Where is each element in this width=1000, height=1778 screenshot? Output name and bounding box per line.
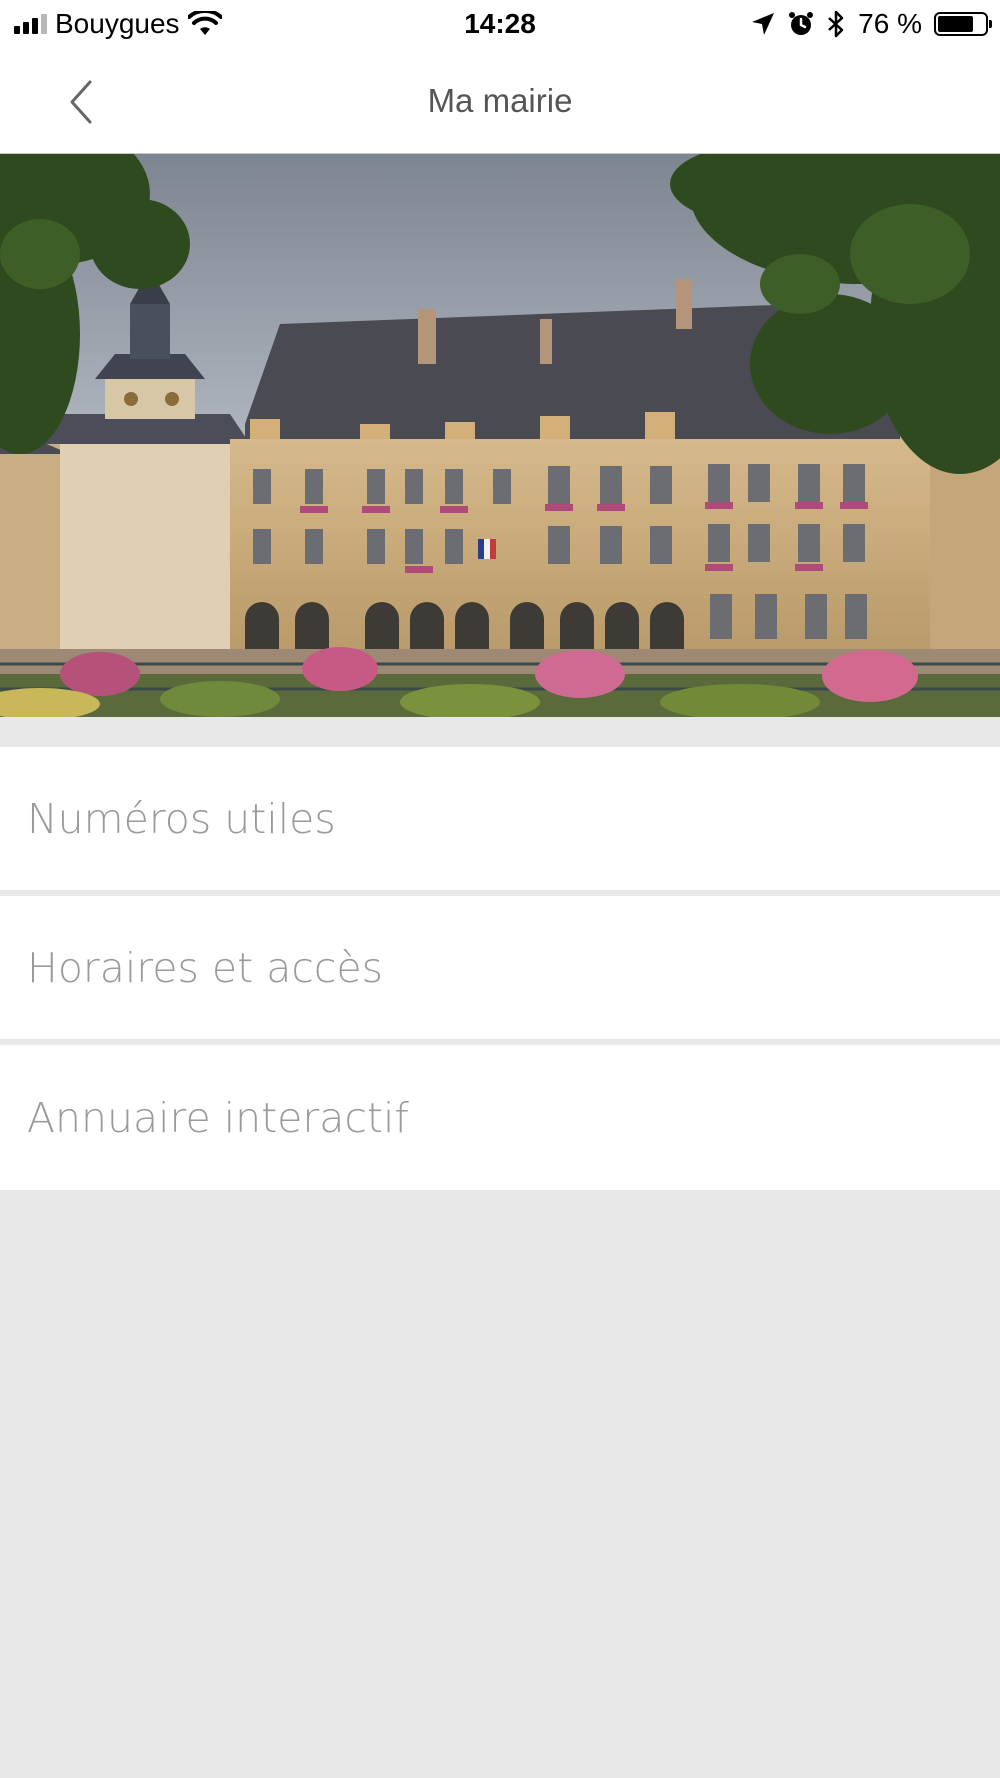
menu-item-label: Numéros utiles [27, 794, 336, 843]
menu-item-label: Annuaire interactif [27, 1093, 409, 1142]
menu-item-label: Horaires et accès [27, 943, 383, 992]
bluetooth-icon [828, 10, 844, 38]
menu-list: Numéros utiles Horaires et accès Annuair… [0, 747, 1000, 1190]
alarm-icon [789, 12, 814, 35]
navigation-bar: Ma mairie [0, 50, 1000, 154]
town-hall-photo [0, 154, 1000, 717]
battery-fill [938, 16, 973, 32]
location-icon [752, 13, 775, 35]
menu-item-annuaire-interactif[interactable]: Annuaire interactif [0, 1045, 1000, 1190]
menu-item-numeros-utiles[interactable]: Numéros utiles [0, 747, 1000, 896]
menu-item-horaires-acces[interactable]: Horaires et accès [0, 896, 1000, 1045]
battery-percent: 76 % [858, 8, 922, 39]
status-right: 76 % [750, 8, 992, 40]
page-title: Ma mairie [427, 82, 573, 119]
town-hall-illustration [0, 154, 1000, 717]
battery-icon [934, 12, 992, 36]
status-bar: Bouygues 14:28 76 % [0, 0, 1000, 50]
